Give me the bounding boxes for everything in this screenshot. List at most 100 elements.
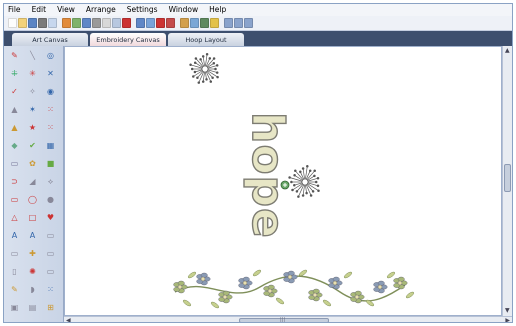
flower-center bbox=[377, 284, 383, 290]
grid-icon[interactable] bbox=[210, 18, 219, 28]
col1-tool-13-icon[interactable]: ▯ bbox=[8, 266, 21, 277]
col2-tool-9-icon[interactable]: ◯ bbox=[26, 194, 39, 205]
toolbar-separator bbox=[58, 18, 61, 28]
col1-tool-15-icon[interactable]: ▣ bbox=[8, 302, 21, 313]
new-icon[interactable] bbox=[8, 18, 17, 28]
col3-tool-4-icon[interactable]: ⁙ bbox=[44, 104, 57, 115]
menu-file[interactable]: File bbox=[8, 4, 21, 16]
color-icon[interactable] bbox=[166, 18, 175, 28]
undo-icon[interactable] bbox=[82, 18, 91, 28]
col3-tool-9-icon[interactable]: ● bbox=[44, 194, 57, 205]
horizontal-scroll-thumb[interactable]: ||| bbox=[239, 317, 329, 322]
save-icon[interactable] bbox=[28, 18, 37, 28]
col1-tool-14-icon[interactable]: ✎ bbox=[8, 284, 21, 295]
scroll-up-icon[interactable]: ▲ bbox=[505, 47, 510, 55]
stitch-dot bbox=[301, 194, 305, 197]
col3-tool-5-icon[interactable]: ⁙ bbox=[44, 122, 57, 133]
col2-tool-11-icon[interactable]: A bbox=[26, 230, 39, 241]
col1-tool-1-icon[interactable]: ✎ bbox=[8, 50, 21, 61]
copy-icon[interactable] bbox=[102, 18, 111, 28]
leaf bbox=[405, 291, 415, 299]
zoom-fit-icon[interactable] bbox=[244, 18, 253, 28]
leaf bbox=[322, 299, 332, 307]
embroidery-canvas[interactable]: hope bbox=[64, 46, 502, 316]
flower-center bbox=[222, 294, 228, 300]
flower-center bbox=[200, 276, 206, 282]
col1-tool-12-icon[interactable]: ▭ bbox=[8, 248, 21, 259]
paste-icon[interactable] bbox=[112, 18, 121, 28]
delete-icon[interactable] bbox=[122, 18, 131, 28]
menu-view[interactable]: View bbox=[57, 4, 75, 16]
stitch-dot bbox=[205, 78, 208, 81]
col2-tool-3-icon[interactable]: ✧ bbox=[26, 86, 39, 97]
col2-tool-14-icon[interactable]: ◗ bbox=[26, 284, 39, 295]
col2-tool-1-icon[interactable]: ╲ bbox=[26, 50, 39, 61]
canvas-tab-bar: Art Canvas Embroidery Canvas Hoop Layout bbox=[4, 31, 512, 46]
col2-tool-13-icon[interactable]: ✺ bbox=[26, 266, 39, 277]
col2-tool-7-icon[interactable]: ✿ bbox=[26, 158, 39, 169]
col3-tool-15-icon[interactable]: ⊞ bbox=[44, 302, 57, 313]
refresh-icon[interactable] bbox=[146, 18, 155, 28]
cut-icon[interactable] bbox=[92, 18, 101, 28]
col1-tool-4-icon[interactable]: ▲ bbox=[8, 104, 21, 115]
menu-window[interactable]: Window bbox=[169, 4, 199, 16]
tab-art-canvas[interactable]: Art Canvas bbox=[12, 33, 88, 46]
col1-tool-3-icon[interactable]: ✓ bbox=[8, 86, 21, 97]
col1-tool-2-icon[interactable]: ⁜ bbox=[8, 68, 21, 79]
stitch-dot bbox=[313, 174, 316, 178]
col3-tool-10-icon[interactable]: ♥ bbox=[44, 212, 57, 223]
col3-tool-6-icon[interactable]: ▦ bbox=[44, 140, 57, 151]
print-icon[interactable] bbox=[38, 18, 47, 28]
col1-tool-8-icon[interactable]: ⊃ bbox=[8, 176, 21, 187]
col3-tool-7-icon[interactable]: ■ bbox=[44, 158, 57, 169]
col2-tool-12-icon[interactable]: ✚ bbox=[26, 248, 39, 259]
col1-tool-5-icon[interactable]: ▲ bbox=[8, 122, 21, 133]
vertical-scrollbar[interactable]: ▲ ▼ bbox=[502, 46, 512, 316]
col1-tool-9-icon[interactable]: ▭ bbox=[8, 194, 21, 205]
thread-icon[interactable] bbox=[190, 18, 199, 28]
col1-tool-6-icon[interactable]: ◆ bbox=[8, 140, 21, 151]
import-icon[interactable] bbox=[62, 18, 71, 28]
col3-tool-13-icon[interactable]: ▭ bbox=[44, 266, 57, 277]
export-icon[interactable] bbox=[72, 18, 81, 28]
col2-tool-15-icon[interactable]: ▤ bbox=[26, 302, 39, 313]
scroll-right-icon[interactable]: ▶ bbox=[505, 317, 510, 322]
col3-tool-12-icon[interactable]: ▭ bbox=[44, 248, 57, 259]
stop-icon[interactable] bbox=[156, 18, 165, 28]
scroll-left-icon[interactable]: ◀ bbox=[66, 317, 71, 322]
col3-tool-8-icon[interactable]: ⟡ bbox=[44, 176, 57, 187]
menu-help[interactable]: Help bbox=[209, 4, 226, 16]
col3-tool-11-icon[interactable]: ▭ bbox=[44, 230, 57, 241]
col2-tool-8-icon[interactable]: ◢ bbox=[26, 176, 39, 187]
col3-tool-14-icon[interactable]: ⁙ bbox=[44, 284, 57, 295]
menu-arrange[interactable]: Arrange bbox=[86, 4, 116, 16]
tab-hoop-layout[interactable]: Hoop Layout bbox=[168, 33, 244, 46]
col2-tool-6-icon[interactable]: ✔ bbox=[26, 140, 39, 151]
menu-bar: File Edit View Arrange Settings Window H… bbox=[4, 4, 512, 16]
col1-tool-11-icon[interactable]: A bbox=[8, 230, 21, 241]
col1-tool-10-icon[interactable]: △ bbox=[8, 212, 21, 223]
flower-petal bbox=[312, 288, 320, 294]
hoop-icon[interactable] bbox=[180, 18, 189, 28]
col3-tool-3-icon[interactable]: ◉ bbox=[44, 86, 57, 97]
scroll-down-icon[interactable]: ▼ bbox=[505, 307, 510, 315]
zoom-out-icon[interactable] bbox=[234, 18, 243, 28]
leaf bbox=[182, 299, 192, 307]
col2-tool-4-icon[interactable]: ✶ bbox=[26, 104, 39, 115]
col2-tool-5-icon[interactable]: ★ bbox=[26, 122, 39, 133]
redo-icon[interactable] bbox=[136, 18, 145, 28]
horizontal-scrollbar[interactable]: ◀ ||| ▶ bbox=[64, 316, 512, 322]
menu-settings[interactable]: Settings bbox=[127, 4, 158, 16]
col1-tool-7-icon[interactable]: ▭ bbox=[8, 158, 21, 169]
col2-tool-10-icon[interactable]: □ bbox=[26, 212, 39, 223]
menu-edit[interactable]: Edit bbox=[32, 4, 47, 16]
col3-tool-1-icon[interactable]: ◎ bbox=[44, 50, 57, 61]
zoom-in-icon[interactable] bbox=[224, 18, 233, 28]
vertical-scroll-thumb[interactable] bbox=[504, 164, 511, 192]
open-icon[interactable] bbox=[18, 18, 27, 28]
stitch-icon[interactable] bbox=[200, 18, 209, 28]
col3-tool-2-icon[interactable]: ✕ bbox=[44, 68, 57, 79]
tab-embroidery-canvas[interactable]: Embroidery Canvas bbox=[90, 33, 166, 46]
preview-icon[interactable] bbox=[48, 18, 57, 28]
col2-tool-2-icon[interactable]: ✳ bbox=[26, 68, 39, 79]
